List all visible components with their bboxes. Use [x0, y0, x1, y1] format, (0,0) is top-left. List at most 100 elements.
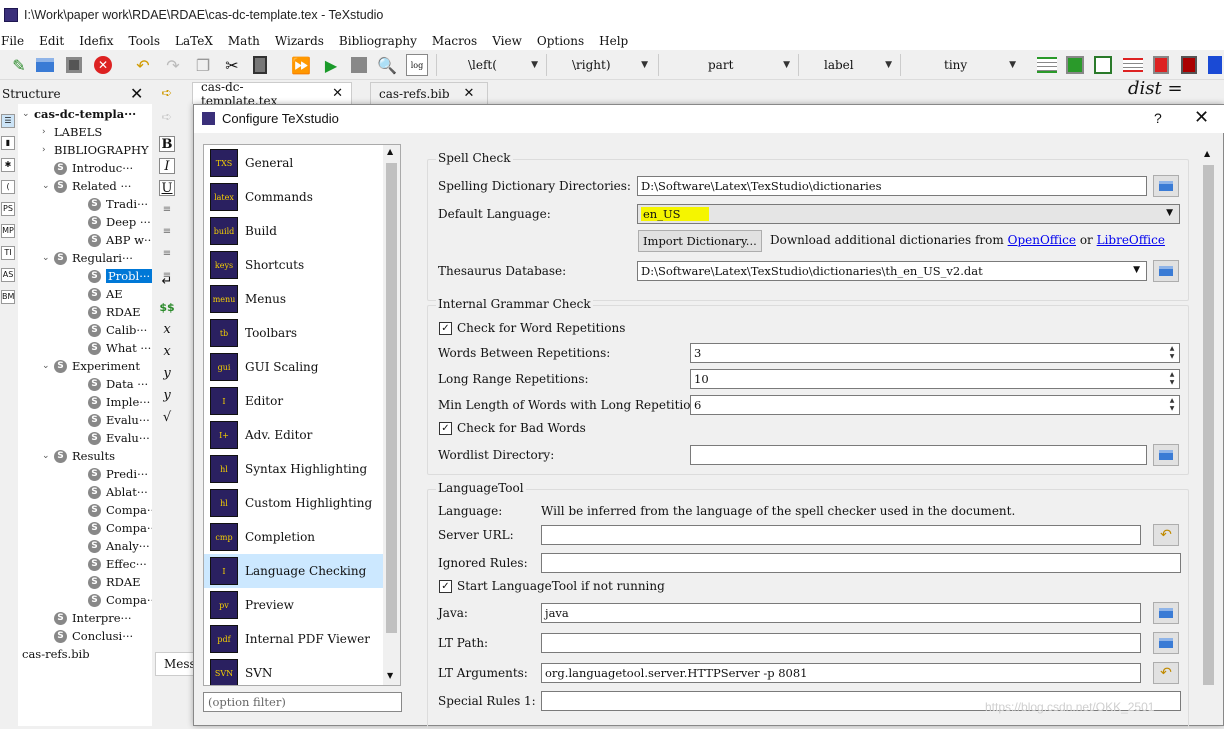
chevron-down-icon[interactable]: ⌄: [42, 253, 54, 263]
menu-latex[interactable]: LaTeX: [175, 34, 213, 48]
close-icon[interactable]: ✕: [1194, 107, 1209, 128]
table-add-row-icon[interactable]: [1036, 54, 1058, 76]
check-bad-words[interactable]: ✓ Check for Bad Words: [439, 421, 586, 435]
paste-icon[interactable]: [249, 54, 271, 76]
menu-idefix[interactable]: Idefix: [79, 34, 113, 48]
structure-tree-item[interactable]: ⌄ S Related ···: [42, 177, 131, 195]
structure-tree-item[interactable]: S Effec···: [76, 555, 147, 573]
align-right-icon[interactable]: ≡: [159, 246, 175, 262]
lt-arguments-input[interactable]: org.languagetool.server.HTTPServer -p 80…: [541, 663, 1141, 683]
structure-tree-item[interactable]: cas-refs.bib: [22, 645, 90, 663]
structure-tree-item[interactable]: S Evalu···: [76, 411, 150, 429]
redo-icon[interactable]: ↷: [162, 54, 184, 76]
lt-path-input[interactable]: [541, 633, 1141, 653]
spin-arrows-icon[interactable]: ▲ ▼: [1166, 345, 1178, 361]
open-file-icon[interactable]: [34, 54, 56, 76]
start-languagetool-checkbox[interactable]: ✓ Start LanguageTool if not running: [439, 579, 665, 593]
words-between-spinbox[interactable]: 3 ▲ ▼: [690, 343, 1180, 363]
category-item[interactable]: I Editor: [204, 384, 384, 418]
category-item[interactable]: TXS General: [204, 146, 384, 180]
category-item[interactable]: latex Commands: [204, 180, 384, 214]
bookmarks-icon[interactable]: ▮: [1, 136, 15, 150]
menu-tools[interactable]: Tools: [129, 34, 161, 48]
checkbox-checked[interactable]: ✓: [439, 321, 452, 335]
structure-tree-item[interactable]: S Interpre···: [42, 609, 132, 627]
menu-options[interactable]: Options: [537, 34, 584, 48]
structure-tree-item[interactable]: S Compa···: [76, 591, 152, 609]
stop-compile-icon[interactable]: [348, 54, 370, 76]
check-word-repetitions[interactable]: ✓ Check for Word Repetitions: [439, 321, 625, 335]
category-item[interactable]: hl Syntax Highlighting: [204, 452, 384, 486]
chevron-down-icon[interactable]: ▼: [387, 671, 393, 680]
category-item[interactable]: pdf Internal PDF Viewer: [204, 622, 384, 656]
category-scrollbar[interactable]: ▲ ▼: [383, 145, 400, 685]
fraction-icon[interactable]: y: [159, 366, 175, 382]
category-item[interactable]: SVN SVN: [204, 656, 384, 685]
structure-tree-item[interactable]: S Analy···: [76, 537, 150, 555]
category-item[interactable]: pv Preview: [204, 588, 384, 622]
browse-lt-path-button[interactable]: [1153, 632, 1179, 654]
structure-tree-item[interactable]: S Tradi···: [76, 195, 148, 213]
openoffice-link[interactable]: OpenOffice: [1008, 233, 1076, 247]
sectioning-combo[interactable]: part ▼: [662, 54, 796, 76]
structure-tree-item[interactable]: S What ···: [76, 339, 151, 357]
long-range-spinbox[interactable]: 10 ▲ ▼: [690, 369, 1180, 389]
category-item[interactable]: hl Custom Highlighting: [204, 486, 384, 520]
table-remove-column-icon[interactable]: [1150, 54, 1172, 76]
structure-tree-item[interactable]: ⌄ S Regulari···: [42, 249, 133, 267]
references-combo[interactable]: label ▼: [802, 54, 898, 76]
min-length-spinbox[interactable]: 6 ▲ ▼: [690, 395, 1180, 415]
checkbox-checked[interactable]: ✓: [439, 579, 452, 593]
view-log-icon[interactable]: log: [406, 54, 428, 76]
menu-edit[interactable]: Edit: [39, 34, 64, 48]
category-item[interactable]: menu Menus: [204, 282, 384, 316]
dict-dirs-input[interactable]: D:\Software\Latex\TexStudio\dictionaries: [637, 176, 1147, 196]
symbols-icon[interactable]: ✱: [1, 158, 15, 172]
server-url-input[interactable]: [541, 525, 1141, 545]
math-mode-icon[interactable]: $$: [159, 300, 175, 316]
reset-server-url-button[interactable]: ↶: [1153, 524, 1179, 546]
structure-tree-item[interactable]: S Conclusi···: [42, 627, 133, 645]
superscript-icon[interactable]: x: [159, 344, 175, 360]
menu-macros[interactable]: Macros: [432, 34, 477, 48]
sqrt-icon[interactable]: √: [159, 410, 175, 426]
chevron-down-icon[interactable]: ⌄: [22, 109, 34, 119]
spin-arrows-icon[interactable]: ▲ ▼: [1166, 371, 1178, 387]
chevron-right-icon[interactable]: ›: [42, 127, 54, 137]
structure-tree-item[interactable]: S Ablat···: [76, 483, 148, 501]
structure-tree-item[interactable]: S AE: [76, 285, 123, 303]
close-icon[interactable]: ✕: [332, 86, 343, 101]
spin-arrows-icon[interactable]: ▲ ▼: [1166, 397, 1178, 413]
forward-arrow-icon[interactable]: ➪: [159, 110, 175, 126]
undo-icon[interactable]: ↶: [132, 54, 154, 76]
category-item[interactable]: tb Toolbars: [204, 316, 384, 350]
subscript-icon[interactable]: x: [159, 322, 175, 338]
tab-cas-dc-template[interactable]: cas-dc-template.tex ✕: [192, 80, 352, 108]
reset-lt-arguments-button[interactable]: ↶: [1153, 662, 1179, 684]
structure-tree-item[interactable]: ⌄ S Results: [42, 447, 115, 465]
view-pdf-icon[interactable]: 🔍: [376, 54, 398, 76]
category-item[interactable]: keys Shortcuts: [204, 248, 384, 282]
category-item[interactable]: gui GUI Scaling: [204, 350, 384, 384]
chevron-down-icon[interactable]: ⌄: [42, 181, 54, 191]
left-delimiter-combo[interactable]: \left(▼: [440, 54, 544, 76]
menu-math[interactable]: Math: [228, 34, 260, 48]
chevron-down-icon[interactable]: ⌄: [42, 451, 54, 461]
thesaurus-select[interactable]: D:\Software\Latex\TexStudio\dictionaries…: [637, 261, 1147, 281]
structure-tree-item[interactable]: S RDAE: [76, 303, 141, 321]
chevron-up-icon[interactable]: ▲: [1204, 149, 1210, 158]
scrollbar-thumb[interactable]: [1203, 165, 1214, 685]
align-left-icon[interactable]: ≡: [159, 202, 175, 218]
structure-tree-item[interactable]: S RDAE: [76, 573, 141, 591]
structure-tree-item[interactable]: ⌄ cas-dc-templa···: [22, 105, 136, 123]
table-add-column-icon[interactable]: [1064, 54, 1086, 76]
menu-file[interactable]: File: [1, 34, 24, 48]
italic-icon[interactable]: I: [159, 158, 175, 174]
align-center-icon[interactable]: ≡: [159, 224, 175, 240]
structure-tree-item[interactable]: S Deep ···: [76, 213, 151, 231]
close-icon[interactable]: ✕: [130, 84, 143, 103]
import-dictionary-button[interactable]: Import Dictionary...: [638, 230, 762, 252]
java-input[interactable]: java: [541, 603, 1141, 623]
category-item[interactable]: build Build: [204, 214, 384, 248]
checkbox-checked[interactable]: ✓: [439, 421, 452, 435]
